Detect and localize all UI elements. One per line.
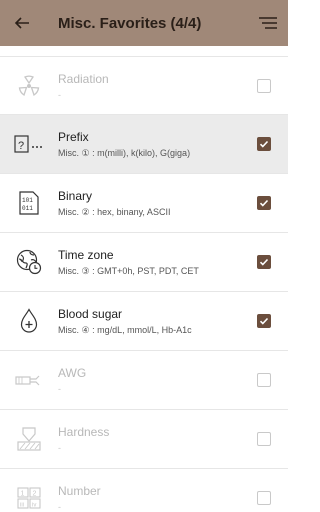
svg-text:101: 101 <box>22 197 33 204</box>
sort-menu-button[interactable] <box>248 0 288 46</box>
checkbox-time-zone[interactable] <box>257 255 271 269</box>
hardness-icon <box>17 427 41 451</box>
app-bar: Misc. Favorites (4/4) <box>0 0 288 46</box>
item-description: - <box>58 502 61 512</box>
number-icon: 1 2 iii iv <box>17 487 41 509</box>
item-description: Misc. ① : m(milli), k(kilo), G(giga) <box>58 147 191 158</box>
favorites-list: Radiation - ? Prefix Misc. ① : m(milli),… <box>0 56 288 512</box>
item-label: Blood sugar <box>58 306 123 321</box>
svg-text:011: 011 <box>22 205 33 212</box>
svg-text:iv: iv <box>32 503 36 509</box>
item-description: Misc. ② : hex, binany, ASCII <box>58 206 171 217</box>
item-description: Misc. ③ : GMT+0h, PST, PDT, CET <box>58 265 199 276</box>
radiation-icon <box>18 75 40 96</box>
svg-text:1: 1 <box>21 491 25 498</box>
back-button[interactable] <box>0 0 44 46</box>
list-item-prefix[interactable]: ? Prefix Misc. ① : m(milli), k(kilo), G(… <box>0 115 288 174</box>
blood-drop-icon <box>20 308 38 333</box>
list-item-awg[interactable]: AWG - <box>0 351 288 410</box>
wire-icon <box>15 375 40 386</box>
svg-text:?: ? <box>18 140 24 152</box>
svg-text:iii: iii <box>20 503 24 509</box>
list-item-radiation[interactable]: Radiation - <box>0 56 288 115</box>
item-label: Hardness <box>58 425 110 439</box>
binary-icon: 101 011 <box>19 191 39 215</box>
item-label: Binary <box>58 188 93 203</box>
item-label: Number <box>58 484 101 498</box>
globe-clock-icon <box>16 249 42 275</box>
checkbox-radiation[interactable] <box>257 78 271 93</box>
check-icon <box>259 317 269 325</box>
item-description: - <box>58 384 61 394</box>
list-item-blood-sugar[interactable]: Blood sugar Misc. ④ : mg/dL, mmol/L, Hb-… <box>0 292 288 351</box>
item-label: Prefix <box>58 129 89 144</box>
svg-text:2: 2 <box>33 491 37 498</box>
check-icon <box>259 140 269 148</box>
list-item-time-zone[interactable]: Time zone Misc. ③ : GMT+0h, PST, PDT, CE… <box>0 233 288 292</box>
item-label: Time zone <box>58 247 114 262</box>
item-label: AWG <box>58 366 87 380</box>
check-icon <box>259 258 269 266</box>
sort-menu-icon <box>259 17 277 29</box>
item-description: - <box>58 89 61 100</box>
item-label: Radiation <box>58 71 109 86</box>
checkbox-number[interactable] <box>257 491 271 505</box>
item-description: - <box>58 443 61 453</box>
page-title: Misc. Favorites (4/4) <box>58 14 202 32</box>
list-item-hardness[interactable]: Hardness - <box>0 410 288 469</box>
checkbox-hardness[interactable] <box>257 432 271 446</box>
checkbox-awg[interactable] <box>257 373 271 387</box>
item-description: Misc. ④ : mg/dL, mmol/L, Hb-A1c <box>58 324 192 335</box>
check-icon <box>259 199 269 207</box>
list-item-binary[interactable]: 101 011 Binary Misc. ② : hex, binany, AS… <box>0 174 288 233</box>
prefix-icon: ? <box>14 135 42 153</box>
checkbox-prefix[interactable] <box>257 137 271 151</box>
checkbox-blood-sugar[interactable] <box>257 314 271 328</box>
list-item-number[interactable]: 1 2 iii iv Number - <box>0 469 288 512</box>
checkbox-binary[interactable] <box>257 196 271 210</box>
arrow-left-icon <box>14 17 29 29</box>
